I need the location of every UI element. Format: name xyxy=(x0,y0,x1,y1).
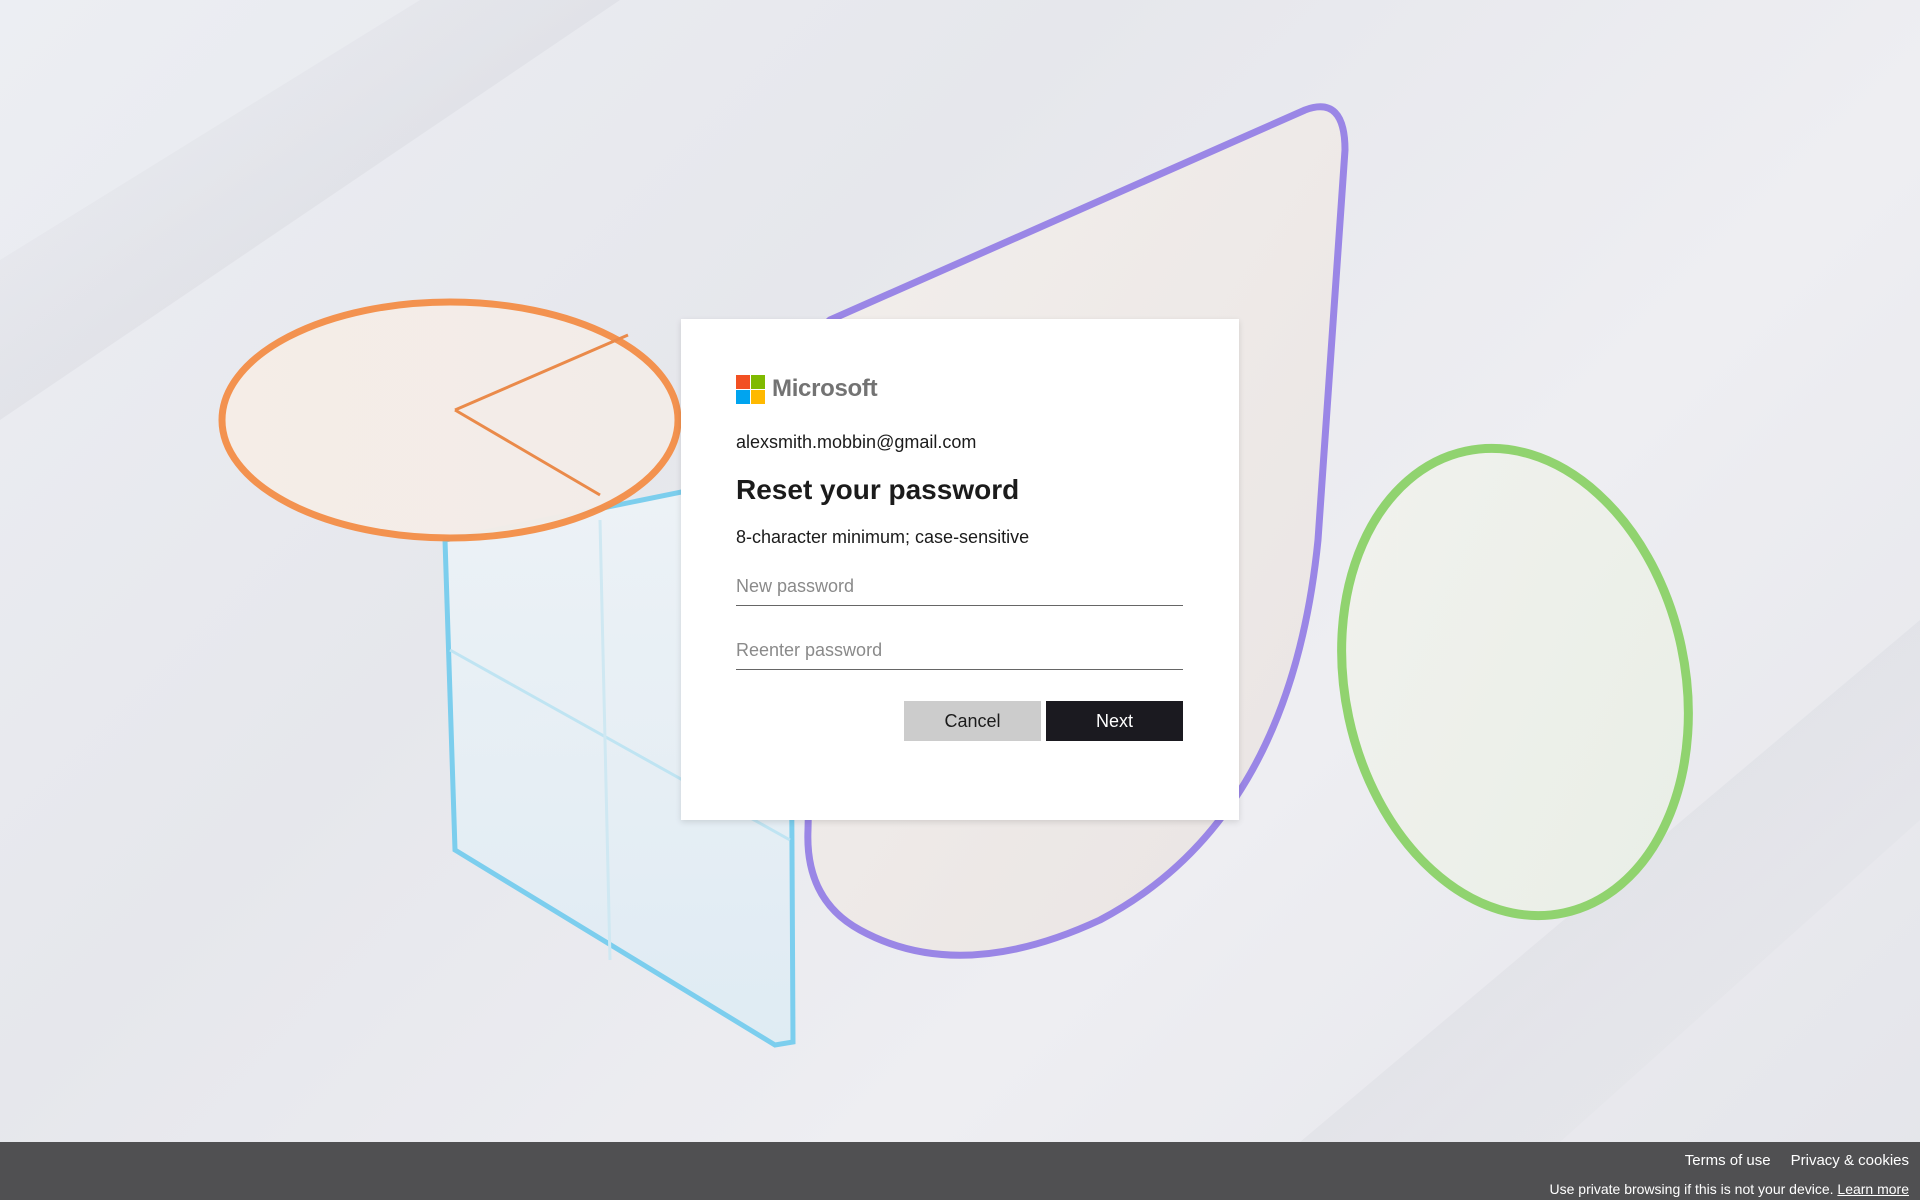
orange-shape xyxy=(218,298,682,542)
microsoft-logo: Microsoft xyxy=(736,374,1183,404)
private-browsing-note: Use private browsing if this is not your… xyxy=(1550,1181,1910,1197)
brand-name: Microsoft xyxy=(772,375,878,402)
page-title: Reset your password xyxy=(736,474,1020,505)
cancel-button[interactable]: Cancel xyxy=(904,701,1041,741)
private-browsing-text: Use private browsing if this is not your… xyxy=(1549,1181,1834,1197)
next-button[interactable]: Next xyxy=(1046,701,1183,741)
microsoft-logo-icon xyxy=(736,374,765,404)
card-actions: Cancel Next xyxy=(736,701,1183,741)
password-requirements: 8-character minimum; case-sensitive xyxy=(736,527,1030,547)
footer-links: Terms of use Privacy & cookies xyxy=(1665,1152,1909,1169)
account-identity: alexsmith.mobbin@gmail.com xyxy=(736,432,977,452)
reenter-password-input[interactable] xyxy=(736,634,1183,670)
reset-password-card: Microsoft alexsmith.mobbin@gmail.com Res… xyxy=(681,319,1239,820)
new-password-input[interactable] xyxy=(736,570,1183,606)
learn-more-link[interactable]: Learn more xyxy=(1837,1181,1909,1197)
footer: Terms of use Privacy & cookies Use priva… xyxy=(0,1142,1920,1200)
terms-of-use-link[interactable]: Terms of use xyxy=(1685,1152,1771,1169)
privacy-cookies-link[interactable]: Privacy & cookies xyxy=(1791,1152,1909,1169)
